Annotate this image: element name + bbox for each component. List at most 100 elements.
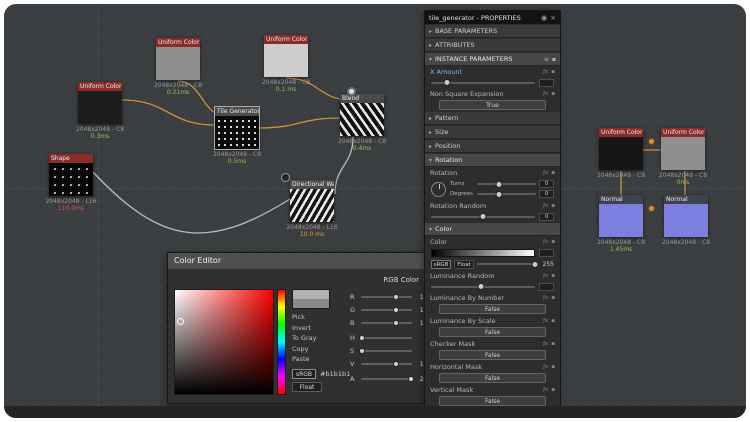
toggle-button[interactable]: False — [439, 304, 546, 314]
section-color[interactable]: ▾Color — [425, 223, 560, 236]
slider-knob[interactable] — [480, 213, 487, 220]
srgb-button[interactable]: sRGB — [292, 369, 316, 379]
slider-track[interactable] — [361, 350, 412, 352]
section-pattern[interactable]: ▸Pattern — [425, 112, 560, 125]
slider-track[interactable] — [361, 337, 412, 339]
color-action-copy[interactable]: Copy — [292, 344, 350, 355]
pin-icon[interactable]: ◉ — [541, 14, 547, 22]
options-icon[interactable]: ▪ — [551, 203, 555, 209]
slider-track[interactable] — [477, 263, 537, 265]
function-icon[interactable]: ƒx — [543, 273, 548, 279]
value-box[interactable] — [539, 283, 554, 291]
options-icon[interactable]: ▪ — [551, 387, 555, 393]
slider-track[interactable] — [431, 216, 535, 218]
options-icon[interactable]: ▪ — [551, 170, 555, 176]
options-icon[interactable]: ▪ — [551, 295, 555, 301]
graph-node-normal-2[interactable]: Normal2048x2048 - C8 — [664, 195, 708, 237]
slider-track[interactable] — [477, 193, 536, 195]
graph-node-tile-generator[interactable]: Tile Generator2048x2048 - C80.5ms — [215, 107, 259, 149]
value-box[interactable] — [539, 249, 554, 257]
function-icon[interactable]: ƒx — [543, 170, 548, 176]
slider-knob[interactable] — [496, 191, 503, 198]
options-icon[interactable]: ▪ — [551, 341, 555, 347]
toggle-button[interactable]: False — [439, 327, 546, 337]
toggle-button[interactable]: True — [439, 100, 546, 110]
toggle-button[interactable]: False — [439, 396, 546, 406]
section-rotation[interactable]: ▾Rotation — [425, 154, 560, 167]
function-icon[interactable]: ƒx — [543, 364, 548, 370]
value-box[interactable]: 0 — [539, 180, 554, 188]
float-button[interactable]: Float — [292, 382, 322, 392]
hue-strip[interactable] — [277, 289, 286, 395]
slider-knob[interactable] — [477, 283, 484, 290]
slider-track[interactable] — [431, 286, 535, 288]
rotation-dial[interactable] — [431, 182, 446, 197]
slider-knob[interactable] — [393, 361, 399, 367]
grid-icon[interactable]: ▪ — [552, 56, 556, 63]
options-icon[interactable]: ▪ — [551, 69, 555, 75]
slider-knob[interactable] — [496, 181, 503, 188]
color-action-paste[interactable]: Paste — [292, 354, 350, 365]
float-button[interactable]: Float — [454, 260, 474, 269]
options-icon[interactable]: ▪ — [551, 318, 555, 324]
slider-track[interactable] — [361, 309, 412, 311]
properties-title-bar[interactable]: tile_generator - PROPERTIES ◉ × — [425, 11, 560, 24]
slider-knob[interactable] — [393, 320, 399, 326]
hex-value[interactable]: #b1b1b1 — [320, 370, 350, 378]
color-action-invert[interactable]: Invert — [292, 323, 350, 334]
function-icon[interactable]: ƒx — [543, 91, 548, 97]
slider-track[interactable] — [361, 378, 412, 380]
section-size[interactable]: ▸Size — [425, 126, 560, 139]
graph-node-uniform-color-3[interactable]: Uniform Color2048x2048 - C80.3ms — [78, 82, 122, 124]
gradient-bar[interactable] — [431, 249, 535, 257]
slider-knob[interactable] — [359, 335, 365, 341]
function-icon[interactable]: ƒx — [543, 387, 548, 393]
function-icon[interactable]: ƒx — [543, 295, 548, 301]
graph-node-shape[interactable]: Shape2048x2048 - L16110.0ms — [49, 154, 93, 196]
slider-knob[interactable] — [393, 307, 399, 313]
value-box[interactable] — [539, 79, 554, 87]
color-cursor[interactable] — [177, 318, 184, 325]
color-action-pick[interactable]: Pick — [292, 312, 350, 323]
section-base-parameters[interactable]: ▸BASE PARAMETERS — [425, 25, 560, 38]
function-icon[interactable]: ƒx — [543, 203, 548, 209]
section-position[interactable]: ▸Position — [425, 140, 560, 153]
slider-track[interactable] — [361, 322, 412, 324]
saturation-value-picker[interactable] — [174, 289, 274, 395]
graph-node-uniform-color-1[interactable]: Uniform Color2048x2048 - C80.21ms — [156, 38, 200, 80]
options-icon[interactable]: ▪ — [551, 239, 555, 245]
slider-knob[interactable] — [359, 348, 365, 354]
graph-node-uniform-color-4[interactable]: Uniform Color2048x2048 - C8 — [599, 128, 643, 170]
graph-node-blend[interactable]: Blend2048x2048 - C80.4ms — [340, 94, 384, 136]
close-icon[interactable]: × — [550, 14, 556, 22]
graph-node-uniform-color-2[interactable]: Uniform Color2048x2048 - C80.1 ms — [264, 35, 308, 77]
node-badge[interactable] — [281, 173, 290, 182]
section-attributes[interactable]: ▸ATTRIBUTES — [425, 39, 560, 52]
options-icon[interactable]: ▪ — [551, 273, 555, 279]
value-box[interactable]: 0 — [539, 190, 554, 198]
options-icon[interactable]: ▪ — [551, 364, 555, 370]
pin-badge[interactable] — [648, 205, 655, 212]
slider-track[interactable] — [477, 183, 536, 185]
toggle-button[interactable]: False — [439, 373, 546, 383]
function-icon[interactable]: ƒx — [543, 318, 548, 324]
section-instance-parameters[interactable]: ▾INSTANCE PARAMETERS≡▪ — [425, 53, 560, 66]
output-badge[interactable] — [347, 87, 356, 96]
function-icon[interactable]: ƒx — [543, 69, 548, 75]
slider-track[interactable] — [361, 296, 412, 298]
function-icon[interactable]: ƒx — [543, 341, 548, 347]
slider-track[interactable] — [361, 363, 412, 365]
value-box[interactable]: 0 — [539, 213, 554, 221]
srgb-button[interactable]: sRGB — [431, 260, 451, 269]
slider-track[interactable] — [431, 82, 535, 84]
node-graph-canvas[interactable]: Uniform Color2048x2048 - C80.21ms Uniform… — [4, 4, 746, 418]
graph-node-uniform-color-5[interactable]: Uniform Color2048x2048 - C80ms — [661, 128, 705, 170]
options-icon[interactable]: ▪ — [551, 91, 555, 97]
graph-node-directional-warp[interactable]: Directional Warp2048x2048 - L1610.0 ms — [290, 180, 334, 222]
graph-node-normal-1[interactable]: Normal2048x2048 - C81.45ms — [599, 195, 643, 237]
pin-badge[interactable] — [648, 138, 655, 145]
toggle-button[interactable]: False — [439, 350, 546, 360]
list-icon[interactable]: ≡ — [544, 56, 549, 63]
slider-knob[interactable] — [443, 79, 450, 86]
function-icon[interactable]: ƒx — [543, 239, 548, 245]
